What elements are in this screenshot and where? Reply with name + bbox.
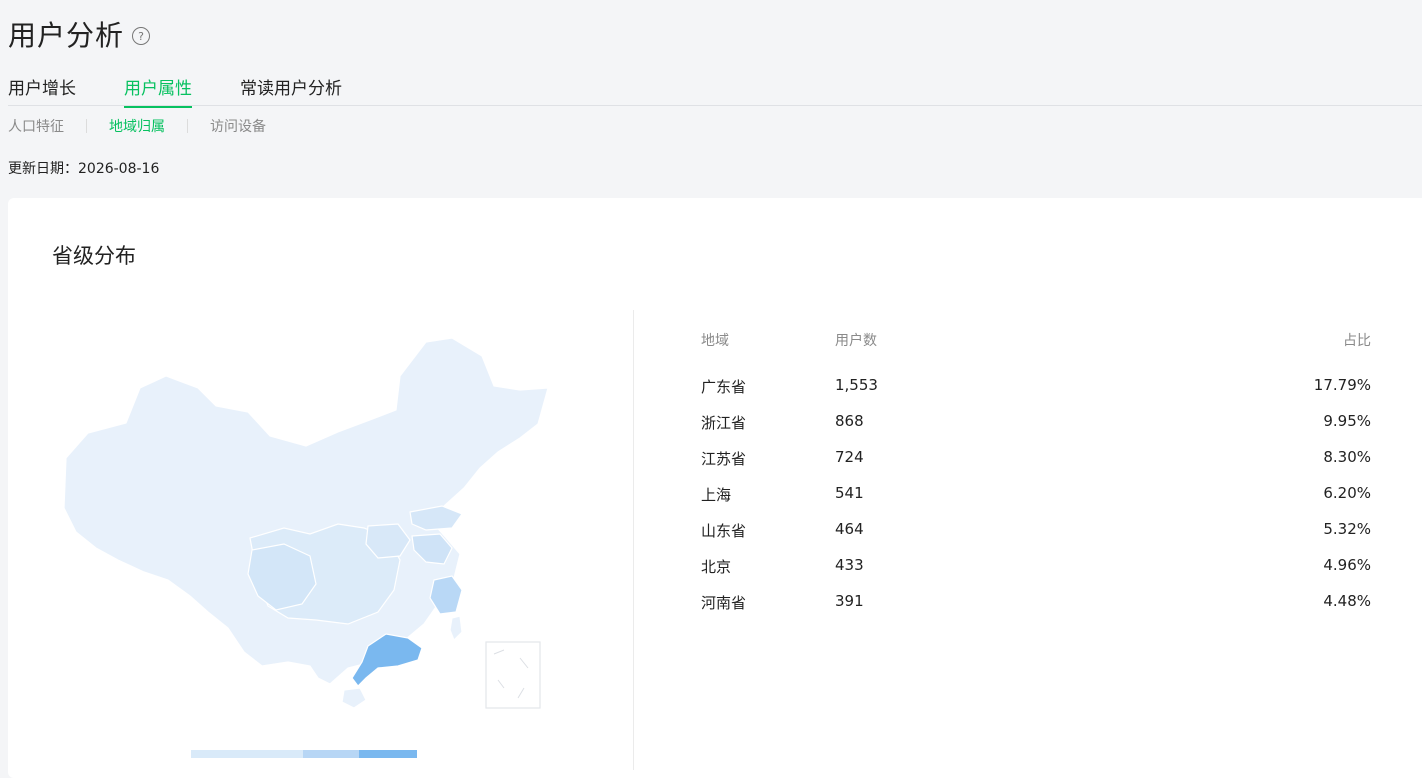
table-row: 江苏省 724 8.30% (701, 448, 1371, 484)
cell-users: 724 (835, 448, 864, 466)
cell-region: 浙江省 (701, 414, 747, 432)
table-body: 广东省 1,553 17.79% 浙江省 868 9.95% 江苏省 724 8… (701, 376, 1371, 628)
table-row: 广东省 1,553 17.79% (701, 376, 1371, 412)
help-icon[interactable]: ? (132, 27, 151, 45)
header-ratio: 占比 (1343, 333, 1371, 349)
table-row: 上海 541 6.20% (701, 484, 1371, 520)
map-hainan (341, 687, 367, 709)
subtab-demographics[interactable]: 人口特征 (8, 116, 64, 136)
map-legend (191, 750, 417, 758)
subtab-divider (187, 119, 188, 133)
header-users: 用户数 (835, 333, 877, 349)
cell-region: 上海 (701, 486, 732, 504)
tab-user-attributes[interactable]: 用户属性 (124, 74, 192, 108)
map-mainland (63, 337, 549, 685)
cell-ratio: 4.48% (1323, 592, 1371, 610)
table-row: 浙江省 868 9.95% (701, 412, 1371, 448)
page-title: 用户分析 (8, 19, 125, 52)
cell-users: 868 (835, 412, 864, 430)
cell-region: 广东省 (701, 378, 747, 396)
province-distribution-card: 省级分布 地域 用户数 占比 广东省 1,553 17.79% 浙江省 868 … (8, 198, 1422, 778)
table-row: 河南省 391 4.48% (701, 592, 1371, 628)
subtab-divider (86, 119, 87, 133)
update-date: 更新日期：2026-08-16 (8, 158, 159, 178)
cell-users: 391 (835, 592, 864, 610)
cell-ratio: 9.95% (1323, 412, 1371, 430)
cell-ratio: 6.20% (1323, 484, 1371, 502)
table-row: 山东省 464 5.32% (701, 520, 1371, 556)
china-map-svg (63, 337, 549, 709)
page-header: 用户分析 ? (8, 14, 151, 54)
china-map[interactable] (48, 328, 568, 718)
cell-region: 河南省 (701, 594, 747, 612)
map-taiwan (449, 615, 463, 642)
cell-users: 1,553 (835, 376, 878, 394)
cell-ratio: 5.32% (1323, 520, 1371, 538)
cell-region: 山东省 (701, 522, 747, 540)
tab-user-growth[interactable]: 用户增长 (8, 74, 76, 106)
tab-frequent-readers[interactable]: 常读用户分析 (240, 74, 342, 106)
main-tabs: 用户增长 用户属性 常读用户分析 (8, 72, 1422, 108)
cell-ratio: 8.30% (1323, 448, 1371, 466)
map-inset (485, 641, 541, 709)
map-inset-islands (493, 649, 529, 699)
sub-tabs: 人口特征 地域归属 访问设备 (8, 116, 266, 136)
cell-ratio: 4.96% (1323, 556, 1371, 574)
table-row: 北京 433 4.96% (701, 556, 1371, 592)
section-title: 省级分布 (52, 244, 136, 268)
header-region: 地域 (701, 333, 729, 349)
cell-users: 541 (835, 484, 864, 502)
cell-users: 433 (835, 556, 864, 574)
update-label: 更新日期： (8, 161, 78, 177)
cell-region: 江苏省 (701, 450, 747, 468)
subtab-devices[interactable]: 访问设备 (210, 116, 266, 136)
cell-ratio: 17.79% (1313, 376, 1371, 394)
region-table: 地域 用户数 占比 广东省 1,553 17.79% 浙江省 868 9.95%… (701, 330, 1371, 628)
subtab-region[interactable]: 地域归属 (109, 116, 165, 136)
update-value: 2026-08-16 (78, 161, 160, 177)
cell-region: 北京 (701, 558, 732, 576)
panel-divider (633, 310, 634, 770)
table-header: 地域 用户数 占比 (701, 330, 1371, 356)
cell-users: 464 (835, 520, 864, 538)
